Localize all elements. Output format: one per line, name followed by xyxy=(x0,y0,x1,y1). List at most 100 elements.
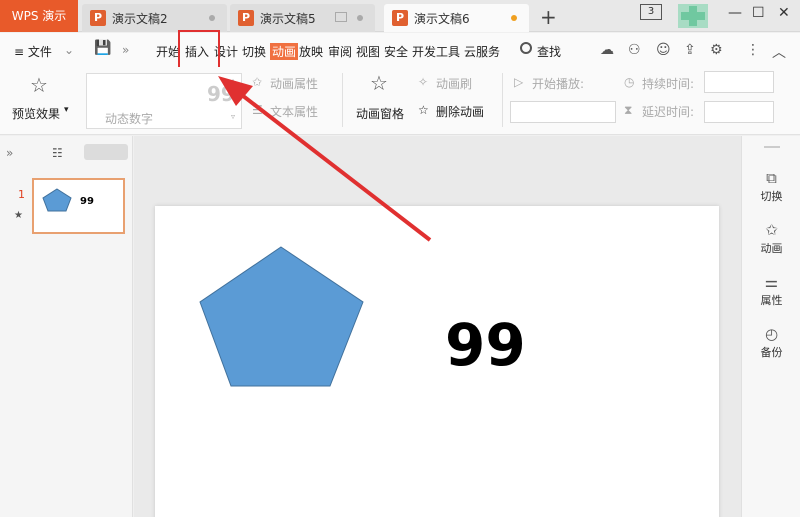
slide-thumbnail[interactable]: 99 xyxy=(32,178,125,234)
animation-pane-button[interactable]: 动画窗格 xyxy=(356,105,404,122)
star-icon: ✩ xyxy=(765,221,778,239)
tab-close-icon[interactable] xyxy=(209,15,215,21)
more-options-icon[interactable]: ⋮ xyxy=(746,42,762,58)
expand-panel-icon[interactable]: » xyxy=(6,146,13,160)
side-backup-label: 备份 xyxy=(760,346,783,359)
menu-file[interactable]: ≡ 文件 xyxy=(14,43,52,60)
delete-animation-icon: ☆ xyxy=(418,103,429,117)
side-transition-button[interactable]: ⧉ 切换 xyxy=(742,170,800,204)
text-properties-icon: ☰ xyxy=(252,103,263,117)
avatar[interactable] xyxy=(678,4,708,28)
add-tab-icon[interactable]: + xyxy=(540,5,557,29)
menu-animation[interactable]: 动画 xyxy=(270,43,299,60)
share-user-icon[interactable]: ⚇ xyxy=(628,42,644,58)
animation-properties-button[interactable]: 动画属性 xyxy=(270,75,318,92)
animation-gallery[interactable]: 99 动态数字 ▴ ▿ xyxy=(86,73,242,129)
menu-slideshow[interactable]: 放映 xyxy=(299,43,323,60)
presentation-icon: P xyxy=(90,10,106,26)
menu-view[interactable]: 视图 xyxy=(356,43,380,60)
presentation-icon: P xyxy=(392,10,408,26)
animation-brush-icon: ✧ xyxy=(418,75,429,89)
menu-transition[interactable]: 切换 xyxy=(242,43,266,60)
delay-label: 延迟时间: xyxy=(642,105,695,119)
clock-icon: ◷ xyxy=(624,75,635,89)
preview-effect-button[interactable]: 预览效果 xyxy=(12,105,60,122)
side-transition-label: 切换 xyxy=(760,190,783,203)
ribbon-divider xyxy=(342,73,343,127)
search-icon[interactable] xyxy=(520,42,532,54)
tab-document-2[interactable]: P 演示文稿2 xyxy=(82,4,227,32)
tab-label: 演示文稿2 xyxy=(112,12,168,26)
play-icon: ▷ xyxy=(514,75,524,89)
slide[interactable]: 99 xyxy=(155,206,719,517)
animation-pane-icon: ☆ xyxy=(370,71,388,95)
save-icon[interactable]: 💾 xyxy=(94,40,111,56)
search-label[interactable]: 查找 xyxy=(537,43,561,60)
caret-down-icon[interactable]: ▾ xyxy=(64,105,69,115)
side-animation-label: 动画 xyxy=(760,242,783,255)
tab-label: 演示文稿5 xyxy=(260,12,316,26)
gallery-scroll-up-icon[interactable]: ▴ xyxy=(231,76,235,85)
collapse-ribbon-icon[interactable]: ︿ xyxy=(772,42,788,61)
side-animation-button[interactable]: ✩ 动画 xyxy=(742,222,800,256)
menu-security[interactable]: 安全 xyxy=(384,43,408,60)
unsaved-indicator-icon[interactable] xyxy=(511,15,517,21)
start-play-select[interactable] xyxy=(510,101,616,123)
slide-thumbnail-panel: » ☷ 1 ★ 99 xyxy=(0,136,133,517)
ribbon-divider xyxy=(502,73,503,127)
list-view-icon[interactable]: ☷ xyxy=(52,146,63,160)
window-count-badge[interactable]: 3 xyxy=(640,4,662,20)
hourglass-icon: ⧗ xyxy=(624,103,633,117)
thumbnail-pentagon xyxy=(42,188,72,212)
text-properties-button[interactable]: 文本属性 xyxy=(270,103,318,120)
preview-number: 99 xyxy=(207,82,235,106)
tab-document-5[interactable]: P 演示文稿5 xyxy=(230,4,375,32)
thumbnail-view-icon[interactable] xyxy=(84,144,128,160)
delete-animation-button[interactable]: 删除动画 xyxy=(436,103,484,120)
delay-input[interactable] xyxy=(704,101,774,123)
animation-name-label: 动态数字 xyxy=(105,112,154,126)
slide-number: 1 xyxy=(18,188,25,201)
menu-bar: ≡ 文件 ⌄ 💾 » 开始 插入 设计 切换 动画 放映 审阅 视图 安全 开发… xyxy=(0,33,800,67)
side-properties-button[interactable]: ⚌ 属性 xyxy=(742,274,800,308)
menu-cloud[interactable]: 云服务 xyxy=(464,43,500,60)
animation-star-icon: ★ xyxy=(14,210,23,221)
presentation-icon: P xyxy=(238,10,254,26)
duration-input[interactable] xyxy=(704,71,774,93)
tab-label: 演示文稿6 xyxy=(414,12,470,26)
star-icon: ☆ xyxy=(30,73,48,97)
monitor-icon xyxy=(335,12,347,22)
duration-label: 持续时间: xyxy=(642,77,695,91)
animation-ribbon: ☆ 预览效果 ▾ 99 动态数字 ▴ ▿ ✩ 动画属性 ☰ 文本属性 ☆ 动画窗… xyxy=(0,67,800,135)
close-icon[interactable]: ✕ xyxy=(778,5,790,21)
chevron-down-icon[interactable]: ⌄ xyxy=(64,43,74,57)
title-bar: WPS 演示 P 演示文稿2 P 演示文稿5 P 演示文稿6 + 3 — ☐ ✕ xyxy=(0,0,800,32)
history-icon: ◴ xyxy=(764,325,779,343)
tab-document-6[interactable]: P 演示文稿6 xyxy=(384,4,529,32)
animation-properties-icon: ✩ xyxy=(252,75,263,89)
cloud-sync-icon[interactable]: ☁ xyxy=(600,42,616,58)
tab-close-icon[interactable] xyxy=(357,15,363,21)
app-menu-button[interactable]: WPS 演示 xyxy=(0,0,78,32)
gear-icon[interactable]: ⚙ xyxy=(710,42,726,58)
export-icon[interactable]: ⇪ xyxy=(684,42,700,58)
panel-handle xyxy=(764,146,780,148)
transition-icon: ⧉ xyxy=(766,169,777,187)
animation-brush-button[interactable]: 动画刷 xyxy=(436,75,472,92)
annotation-highlight-box xyxy=(178,30,220,72)
side-properties-label: 属性 xyxy=(760,294,783,307)
menu-developer[interactable]: 开发工具 xyxy=(412,43,460,60)
gallery-expand-icon[interactable]: ▿ xyxy=(231,112,235,121)
properties-icon: ⚌ xyxy=(764,273,779,291)
minimize-icon[interactable]: — xyxy=(728,5,742,21)
maximize-icon[interactable]: ☐ xyxy=(752,5,765,21)
emoji-icon[interactable]: ☺ xyxy=(656,42,672,58)
pentagon-shape[interactable] xyxy=(197,244,367,394)
thumbnail-text: 99 xyxy=(80,196,94,207)
menu-review[interactable]: 审阅 xyxy=(328,43,352,60)
right-side-panel: ⧉ 切换 ✩ 动画 ⚌ 属性 ◴ 备份 xyxy=(741,136,800,517)
menu-start[interactable]: 开始 xyxy=(156,43,180,60)
slide-number-text[interactable]: 99 xyxy=(445,311,526,379)
side-backup-button[interactable]: ◴ 备份 xyxy=(742,326,800,360)
more-icon[interactable]: » xyxy=(122,43,129,57)
